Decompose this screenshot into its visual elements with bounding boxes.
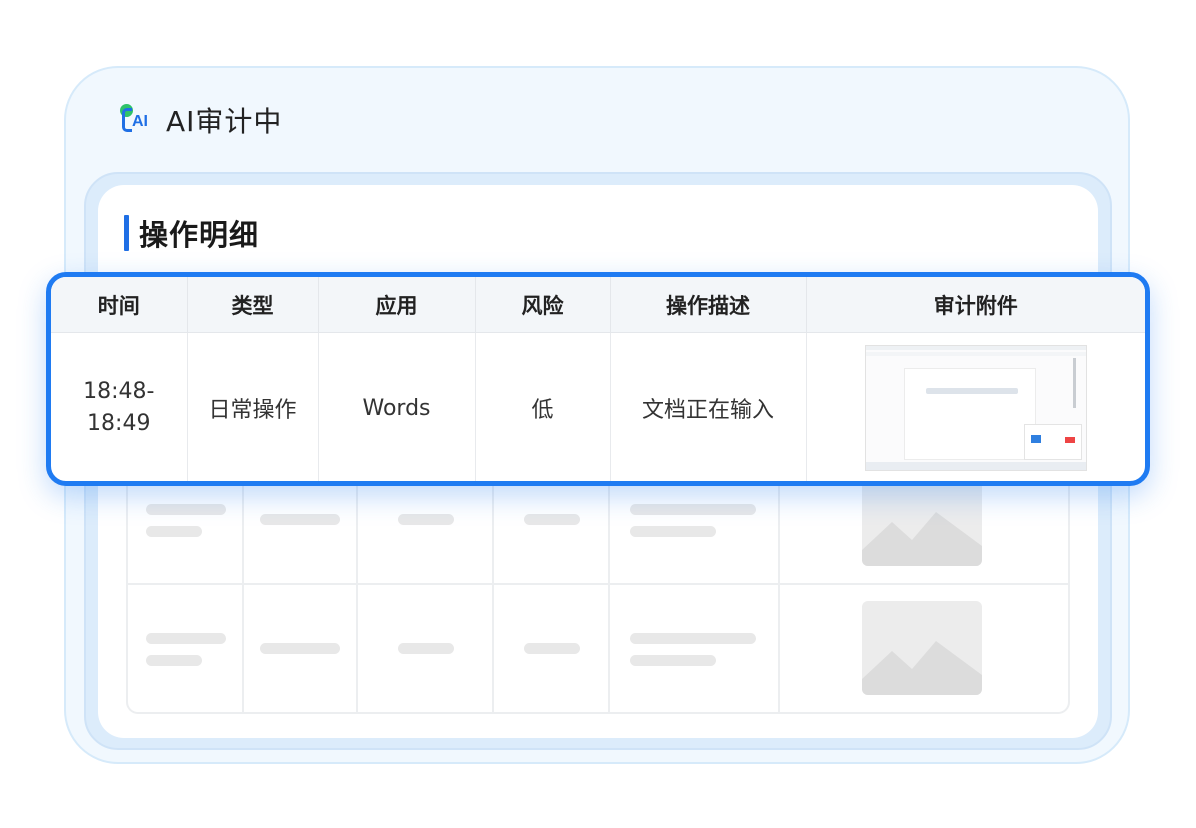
operation-table: 时间 类型 应用 风险 操作描述 审计附件 18:48- 18:49 日常操作 … [51, 277, 1145, 482]
header-type: 类型 [187, 277, 319, 333]
header-app: 应用 [318, 277, 476, 333]
cell-type: 日常操作 [187, 332, 319, 481]
highlighted-record: 时间 类型 应用 风险 操作描述 审计附件 18:48- 18:49 日常操作 … [46, 272, 1150, 486]
cell-time: 18:48- 18:49 [51, 332, 188, 481]
time-start: 18:48- [83, 379, 155, 404]
panel-title: AI审计中 [166, 105, 283, 138]
attachment-screenshot-thumbnail[interactable] [864, 345, 1087, 471]
placeholder-row [128, 583, 1068, 714]
cell-app: Words [318, 332, 476, 481]
section-title-text: 操作明细 [139, 218, 260, 252]
time-end: 18:49 [87, 411, 151, 436]
cell-risk: 低 [475, 332, 611, 481]
image-placeholder-icon [862, 601, 982, 695]
table-row[interactable]: 18:48- 18:49 日常操作 Words 低 文档正在输入 [51, 332, 1145, 482]
header-risk: 风险 [475, 277, 611, 333]
panel-header: AI AI审计中 [120, 100, 282, 140]
image-placeholder-icon [862, 472, 982, 566]
header-description: 操作描述 [610, 277, 807, 333]
table-header-row: 时间 类型 应用 风险 操作描述 审计附件 [51, 277, 1145, 333]
cell-description: 文档正在输入 [610, 332, 807, 481]
header-time: 时间 [51, 277, 188, 333]
header-attachment: 审计附件 [806, 277, 1145, 333]
placeholder-table [126, 452, 1070, 714]
title-accent-bar [124, 215, 129, 251]
section-title: 操作明细 [124, 212, 259, 254]
cell-attachment [806, 333, 1145, 482]
ai-logo-icon: AI [120, 102, 156, 138]
